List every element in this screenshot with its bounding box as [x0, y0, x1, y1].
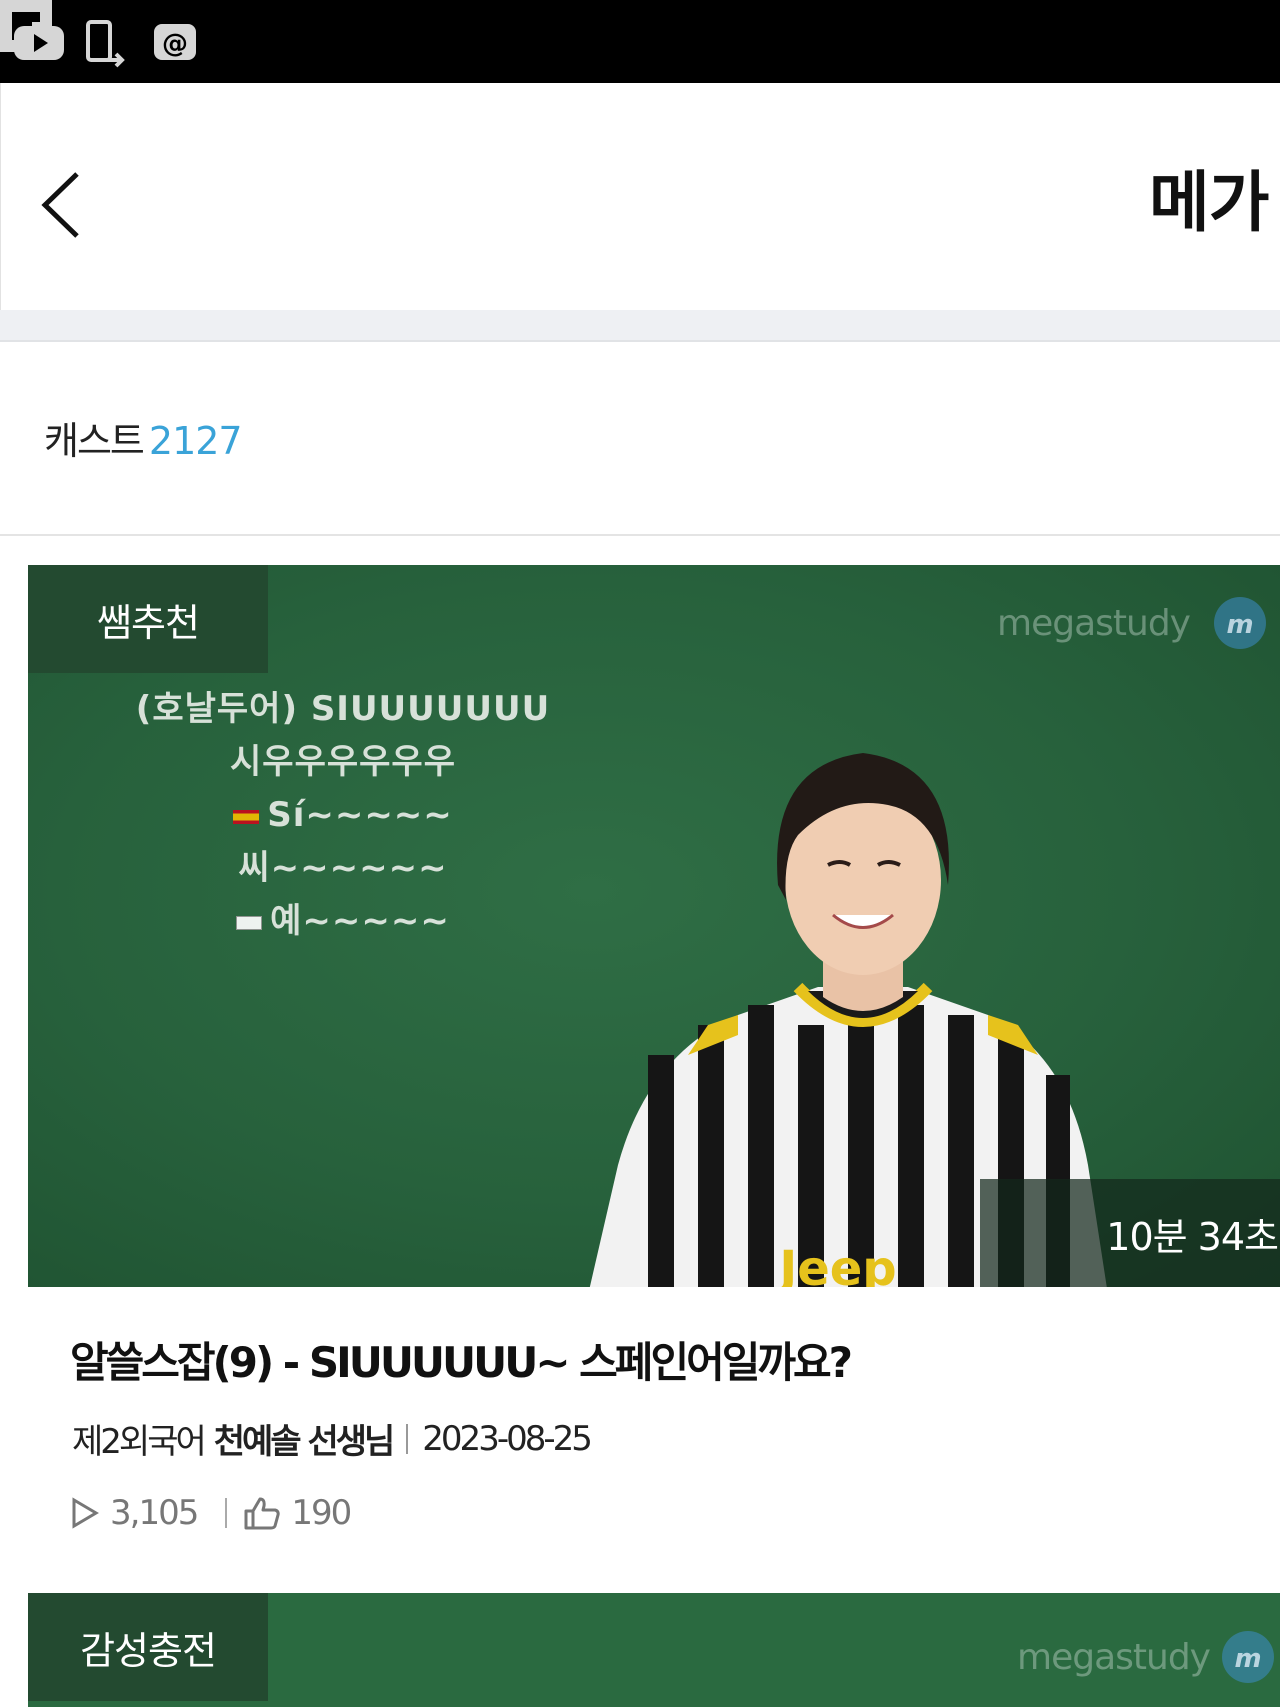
chalkboard-text: (호날두어) SIUUUUUUU 시우우우우우우 Sí~~~~~ 씨~~~~~~…	[128, 683, 558, 948]
board-line: 씨~~~~~~	[238, 848, 448, 888]
board-line-es: Sí~~~~~	[128, 789, 558, 842]
svg-text:m: m	[1234, 1644, 1261, 1674]
subject-label: 제2외국어	[72, 1422, 207, 1462]
flag-icon	[236, 915, 263, 930]
board-line: Sí~~~~~	[267, 795, 453, 835]
page-title: 메가	[1149, 164, 1269, 241]
like-count: 190	[291, 1493, 352, 1533]
video-thumbnail[interactable]: 감성충전 megastudy m	[28, 1593, 1280, 1707]
youtube-icon	[14, 26, 64, 60]
board-line: (호날두어) SIUUUUUUU	[135, 689, 551, 729]
cast-count: 캐스트 2127	[44, 410, 243, 465]
spain-flag-icon	[233, 809, 260, 824]
video-thumbnail[interactable]: 쌤추천 megastudy m (호날두어) SIUUUUUUU 시우우우우우우…	[28, 565, 1280, 1287]
video-card[interactable]: 쌤추천 megastudy m (호날두어) SIUUUUUUU 시우우우우우우…	[28, 565, 1280, 1533]
video-stats: 3,105 190	[70, 1493, 1280, 1533]
category-badge: 쌤추천	[28, 565, 268, 673]
meta-separator	[406, 1423, 409, 1454]
video-meta: 제2외국어 천예솔 선생님 2023-08-25	[72, 1414, 1280, 1463]
thumbs-up-icon[interactable]	[243, 1495, 281, 1531]
back-button[interactable]	[37, 155, 97, 255]
play-count-icon	[72, 1497, 99, 1529]
watermark-text: megastudy	[997, 603, 1191, 644]
megastudy-logo-icon: m	[1222, 1631, 1274, 1683]
status-bar: @	[0, 0, 1280, 83]
upload-date: 2023-08-25	[422, 1418, 593, 1459]
teacher-name[interactable]: 천예솔 선생님	[214, 1414, 396, 1463]
cast-count-number: 2127	[148, 419, 243, 463]
svg-text:m: m	[1226, 610, 1253, 640]
video-card[interactable]: 감성충전 megastudy m	[28, 1593, 1280, 1707]
board-line: 시우우우우우우	[230, 742, 456, 782]
stats-separator	[225, 1498, 228, 1528]
svg-text:@: @	[162, 29, 188, 59]
view-count: 3,105	[110, 1493, 199, 1533]
watermark-text: megastudy	[1017, 1637, 1211, 1678]
megastudy-logo-icon: m	[1214, 597, 1266, 649]
chevron-left-icon	[41, 172, 79, 238]
section-divider	[0, 534, 1280, 536]
cast-count-label: 캐스트	[44, 419, 145, 463]
category-badge: 감성충전	[28, 1593, 268, 1701]
header-divider-strip	[0, 310, 1280, 342]
video-duration: 10분 34초	[980, 1179, 1280, 1287]
phone-transfer-icon	[86, 20, 125, 68]
svg-text:Jeep: Jeep	[776, 1241, 896, 1287]
board-line-pt: 예~~~~~	[128, 895, 558, 948]
at-sign-icon: @	[154, 24, 196, 60]
board-line: 예~~~~~	[270, 901, 450, 941]
top-header: 메가	[0, 83, 1280, 313]
video-title[interactable]: 알쓸스잡(9) - SIUUUUUU~ 스페인어일까요?	[70, 1329, 1280, 1390]
